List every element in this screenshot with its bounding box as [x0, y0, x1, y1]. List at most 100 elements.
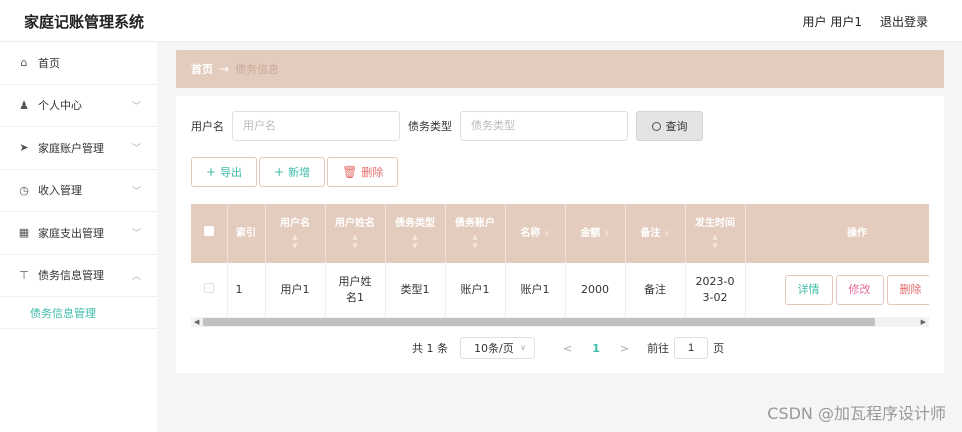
column-header: 操作	[745, 204, 929, 263]
sort-icon[interactable]: ▲ ▼	[266, 233, 325, 251]
sort-icon[interactable]: ⇕	[604, 230, 610, 238]
goto-label: 前往	[647, 342, 670, 355]
select-all-checkbox[interactable]	[203, 226, 214, 236]
scroll-left-icon[interactable]: ◀	[194, 317, 199, 327]
cell-actions: 详情 修改 删除	[745, 263, 929, 317]
sort-icon[interactable]: ▲ ▼	[326, 233, 385, 251]
next-page-button[interactable]: >	[620, 342, 629, 355]
export-button-label: 导出	[220, 166, 243, 179]
goto-page-input[interactable]	[674, 337, 709, 359]
column-header[interactable]: 名称 ⇕	[505, 204, 566, 263]
sort-icon[interactable]: ▲ ▼	[686, 233, 745, 251]
horizontal-scrollbar[interactable]: ◀ ▶	[191, 317, 929, 327]
export-button[interactable]: + 导出	[191, 157, 258, 187]
cell-debt-type: 类型1	[385, 263, 446, 317]
column-header[interactable]: 发生时间 ▲ ▼	[685, 204, 746, 263]
row-checkbox[interactable]	[203, 282, 214, 293]
main-panel: 用户名 债务类型 查询 + 导出 + 新增 🗑 删除	[176, 96, 944, 373]
sidebar-item-label: 债务信息管理	[38, 269, 104, 283]
sidebar-item-personal-center[interactable]: ♟ 个人中心 ﹀	[0, 85, 157, 127]
select-all-cell	[191, 204, 228, 263]
debt-type-input[interactable]	[460, 111, 628, 141]
debt-table: 索引 用户名 ▲ ▼ 用户姓名 ▲ ▼ 债务类型 ▲ ▼ 债务账户 ▲ ▼ 名称 ⇕ 金额 ⇕ …	[191, 204, 929, 317]
sort-icon[interactable]: ⇕	[664, 230, 670, 238]
scrollbar-thumb[interactable]	[203, 318, 875, 326]
clock-icon: ◷	[19, 183, 29, 197]
page-number-current[interactable]: 1	[592, 342, 600, 355]
user-area: 用户 用户1 退出登录	[803, 13, 928, 30]
scroll-right-icon[interactable]: ▶	[921, 317, 926, 327]
home-icon: ⌂	[20, 56, 28, 70]
cell-index: 1	[227, 263, 266, 317]
query-button-label: 查询	[665, 120, 688, 133]
app-title: 家庭记账管理系统	[24, 13, 145, 31]
cell-remark: 备注	[625, 263, 686, 317]
sidebar: ⌂ 首页 ♟ 个人中心 ﹀ ➤ 家庭账户管理 ﹀ ◷ 收入管理 ﹀ ▦ 家庭支出…	[0, 42, 157, 432]
chevron-down-icon: ﹀	[131, 101, 141, 112]
send-icon: ➤	[19, 141, 29, 155]
top-bar: 家庭记账管理系统 用户 用户1 退出登录	[0, 0, 962, 42]
column-header[interactable]: 债务账户 ▲ ▼	[445, 204, 506, 263]
column-header[interactable]: 备注 ⇕	[625, 204, 686, 263]
sort-icon[interactable]: ▲ ▼	[446, 233, 505, 251]
logout-link[interactable]: 退出登录	[880, 13, 928, 30]
action-toolbar: + 导出 + 新增 🗑 删除	[191, 157, 399, 187]
pagination: 共 1 条 10条/页 ∨ < 1 > 前往 页	[412, 337, 724, 359]
user-icon: ♟	[19, 98, 29, 112]
column-header[interactable]: 金额 ⇕	[565, 204, 626, 263]
breadcrumb-home[interactable]: 首页	[191, 61, 213, 77]
username-label: 用户名	[191, 120, 224, 133]
sidebar-subitem-debt-info[interactable]: 债务信息管理	[0, 297, 157, 329]
sidebar-item-label: 首页	[38, 56, 60, 70]
breadcrumb: 首页 → 债务信息	[176, 50, 944, 88]
sidebar-item-income[interactable]: ◷ 收入管理 ﹀	[0, 170, 157, 212]
arrow-right-icon: →	[219, 62, 230, 76]
search-bar: 用户名 债务类型 查询	[191, 111, 703, 141]
column-header: 索引	[227, 204, 266, 263]
sidebar-item-debt[interactable]: ⊤ 债务信息管理 ︿	[0, 255, 157, 297]
sidebar-item-home[interactable]: ⌂ 首页	[0, 42, 157, 85]
row-delete-button[interactable]: 删除	[886, 274, 929, 305]
pushpin-icon: ⊤	[19, 268, 29, 282]
plus-icon: +	[206, 165, 217, 179]
chevron-down-icon: ﹀	[131, 144, 141, 154]
detail-button[interactable]: 详情	[784, 274, 833, 305]
breadcrumb-current: 债务信息	[235, 63, 280, 76]
query-button[interactable]: 查询	[636, 111, 703, 141]
row-select-cell	[191, 263, 228, 317]
sidebar-item-label: 家庭支出管理	[38, 226, 104, 240]
chevron-down-icon: ∨	[520, 343, 526, 352]
trash-icon: 🗑	[342, 165, 358, 179]
grid-icon: ▦	[18, 226, 30, 240]
sort-icon[interactable]: ⇕	[544, 230, 550, 238]
table-header-row: 索引 用户名 ▲ ▼ 用户姓名 ▲ ▼ 债务类型 ▲ ▼ 债务账户 ▲ ▼ 名称 ⇕ 金额 ⇕ …	[191, 204, 929, 263]
page-size-value: 10条/页	[474, 342, 514, 355]
prev-page-button[interactable]: <	[563, 342, 572, 355]
watermark: CSDN @加瓦程序设计师	[767, 404, 946, 423]
page-suffix-label: 页	[713, 342, 725, 355]
chevron-down-icon: ﹀	[131, 186, 141, 197]
debt-type-label: 债务类型	[408, 120, 452, 133]
column-header[interactable]: 债务类型 ▲ ▼	[385, 204, 446, 263]
cell-username: 用户1	[265, 263, 326, 317]
sidebar-item-expense[interactable]: ▦ 家庭支出管理 ﹀	[0, 212, 157, 255]
add-button[interactable]: + 新增	[259, 157, 326, 187]
table-row: 1 用户1 用户姓名1 类型1 账户1 账户1 2000 备注 2023-03-…	[191, 263, 929, 317]
current-user[interactable]: 用户 用户1	[803, 13, 862, 30]
sidebar-item-label: 家庭账户管理	[38, 141, 104, 155]
add-button-label: 新增	[288, 166, 311, 179]
column-header[interactable]: 用户名 ▲ ▼	[265, 204, 326, 263]
plus-icon: +	[274, 165, 285, 179]
sort-icon[interactable]: ▲ ▼	[386, 233, 445, 251]
column-header[interactable]: 用户姓名 ▲ ▼	[325, 204, 386, 263]
chevron-up-icon: ︿	[131, 271, 141, 282]
username-input[interactable]	[232, 111, 400, 141]
cell-amount: 2000	[565, 263, 626, 317]
cell-title: 账户1	[505, 263, 566, 317]
cell-debt-account: 账户1	[445, 263, 506, 317]
delete-button-label: 删除	[361, 166, 384, 179]
sidebar-item-family-account[interactable]: ➤ 家庭账户管理 ﹀	[0, 127, 157, 170]
edit-button[interactable]: 修改	[835, 274, 884, 305]
page-size-select[interactable]: 10条/页 ∨	[460, 337, 535, 359]
delete-button[interactable]: 🗑 删除	[327, 157, 399, 187]
